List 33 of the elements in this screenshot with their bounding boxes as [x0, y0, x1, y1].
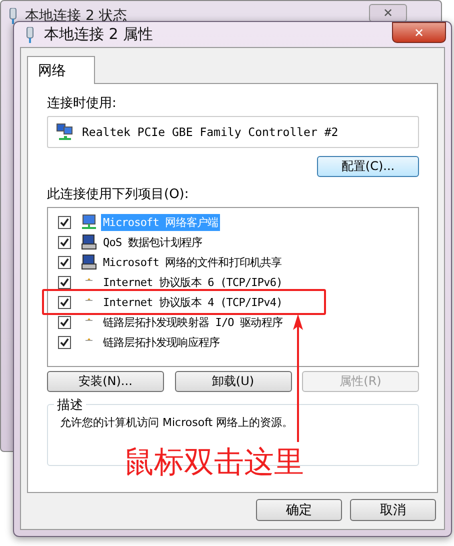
adapter-field: Realtek PCIe GBE Family Controller #2 [47, 116, 419, 148]
checkbox[interactable] [58, 336, 71, 348]
plug-icon [9, 8, 17, 24]
network-computer-icon [81, 214, 97, 230]
configure-button[interactable]: 配置(C)... [317, 156, 419, 177]
checkbox[interactable] [58, 276, 71, 288]
plug-icon [26, 26, 34, 42]
list-action-button[interactable]: 卸载(U) [174, 371, 292, 392]
list-action-button[interactable]: 安装(N)... [47, 371, 164, 392]
computer-icon [81, 234, 97, 250]
connect-using-label: 连接时使用: [47, 95, 118, 112]
annotation-text: 鼠标双击这里 [124, 444, 304, 482]
window-title: 本地连接 2 属性 [44, 25, 154, 44]
computer-icon [81, 254, 97, 270]
checkbox[interactable] [58, 316, 71, 328]
dialog-button[interactable]: 确定 [256, 499, 342, 521]
description-legend: 描述 [54, 396, 86, 414]
checkbox[interactable] [58, 236, 71, 248]
list-item[interactable]: Internet 协议版本 4 (TCP/IPv4) [101, 294, 284, 310]
checkbox[interactable] [58, 296, 71, 308]
tab[interactable]: 网络 [27, 56, 95, 84]
list-item[interactable]: Internet 协议版本 6 (TCP/IPv6) [101, 274, 284, 290]
checkbox[interactable] [58, 216, 71, 228]
checkbox[interactable] [58, 256, 71, 268]
list-item[interactable]: 链路层拓扑发现映射器 I/O 驱动程序 [101, 314, 285, 330]
list-item[interactable]: QoS 数据包计划程序 [101, 234, 204, 250]
items-label: 此连接使用下列项目(O): [47, 186, 190, 203]
list-item[interactable]: 链路层拓扑发现响应程序 [101, 334, 222, 350]
list-item[interactable]: Microsoft 网络的文件和打印机共享 [101, 254, 284, 270]
description-text: 允许您的计算机访问 Microsoft 网络上的资源。 [60, 415, 294, 430]
network-adapter-icon [56, 123, 74, 141]
close-button[interactable]: ✕ [369, 4, 407, 22]
dialog-button[interactable]: 取消 [350, 499, 436, 521]
